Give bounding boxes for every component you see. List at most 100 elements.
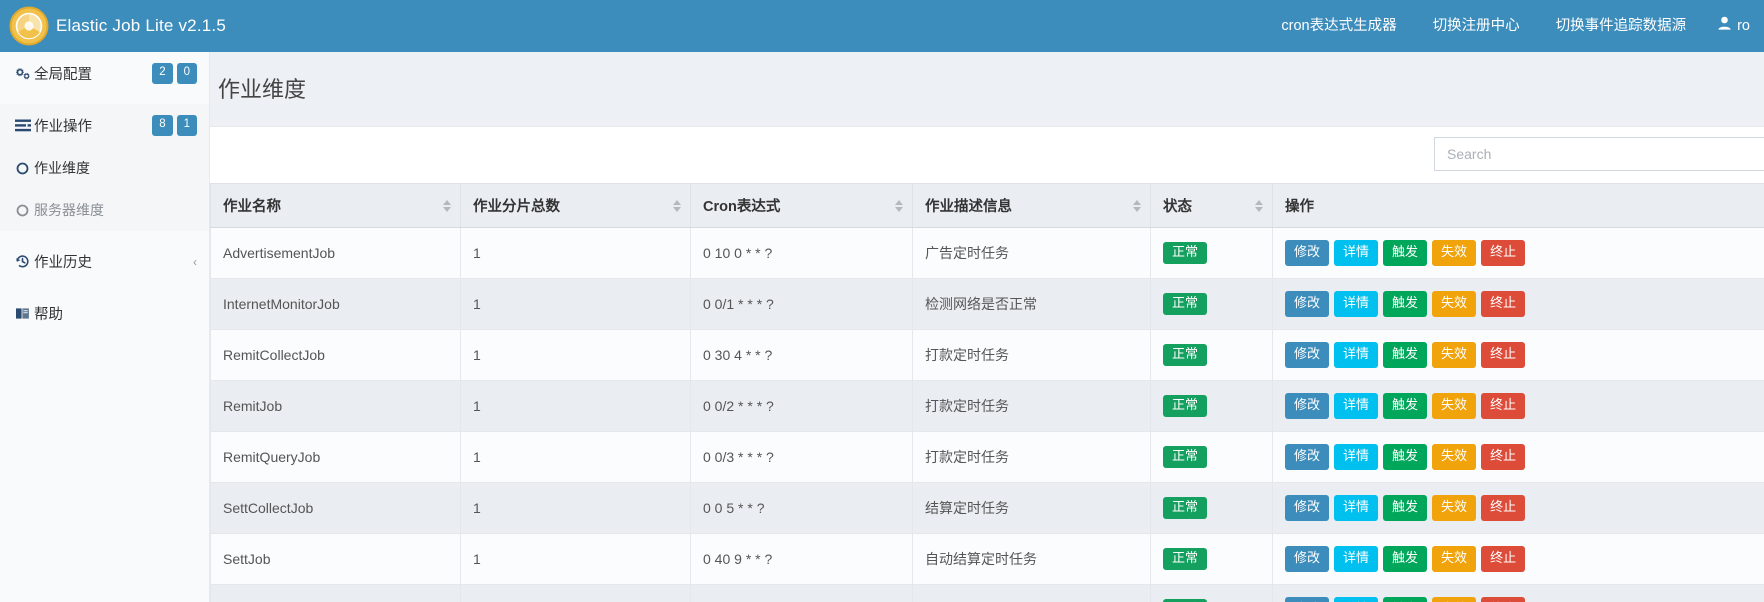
detail-button[interactable]: 详情 xyxy=(1334,494,1379,521)
trigger-button[interactable]: 触发 xyxy=(1383,240,1428,266)
action-button-group: 修改详情触发失效终止 xyxy=(1285,545,1754,572)
column-header-label: 作业描述信息 xyxy=(925,199,1012,215)
sidebar-item-job-operation[interactable]: 作业操作 8 1 xyxy=(0,104,209,147)
column-header-status[interactable]: 状态 xyxy=(1150,183,1273,228)
cell-shard-count: 1 xyxy=(460,277,691,330)
column-header-description[interactable]: 作业描述信息 xyxy=(912,183,1151,228)
shutdown-button[interactable]: 终止 xyxy=(1481,596,1526,602)
disable-button[interactable]: 失效 xyxy=(1432,494,1477,521)
cell-cron: 0 0 5 * * ? xyxy=(690,481,913,534)
modify-button[interactable]: 修改 xyxy=(1285,341,1330,368)
table-row: SettJob 1 0 40 9 * * ? 自动结算定时任务 正常 修改 详情 触发 失效 终止 xyxy=(210,532,1764,585)
search-input[interactable] xyxy=(1434,137,1764,171)
modify-button[interactable]: 修改 xyxy=(1285,443,1330,470)
chevron-left-icon: ‹ xyxy=(193,254,197,269)
column-header-shard-count[interactable]: 作业分片总数 xyxy=(460,183,691,228)
detail-button[interactable]: 详情 xyxy=(1334,392,1379,419)
sidebar-divider xyxy=(0,283,209,292)
nav-link-cron-generator[interactable]: cron表达式生成器 xyxy=(1263,0,1414,52)
sidebar-item-server-dimension[interactable]: 服务器维度 xyxy=(0,189,209,231)
sort-icon[interactable] xyxy=(895,199,903,212)
cell-status: 正常 xyxy=(1150,277,1273,330)
disable-button[interactable]: 失效 xyxy=(1432,240,1477,266)
sort-icon[interactable] xyxy=(1255,199,1263,212)
sidebar-item-help[interactable]: 帮助 xyxy=(0,292,209,335)
detail-button[interactable]: 详情 xyxy=(1334,443,1379,470)
badge-count: 8 xyxy=(152,115,173,136)
modify-button[interactable]: 修改 xyxy=(1285,545,1330,572)
sidebar-item-label: 作业历史 xyxy=(34,255,92,271)
trigger-button[interactable]: 触发 xyxy=(1383,290,1428,317)
cell-operations: 修改详情触发失效终止 xyxy=(1272,277,1764,330)
table-body: AdvertisementJob 1 0 10 0 * * ? 广告定时任务 正常 修改详… xyxy=(210,227,1764,602)
status-badge: 正常 xyxy=(1163,445,1208,468)
content-panel: 作业名称 作业分片总数 Cron表达式 作业描述信息 xyxy=(210,126,1764,602)
column-header-job-name[interactable]: 作业名称 xyxy=(210,183,461,228)
trigger-button[interactable]: 触发 xyxy=(1383,494,1428,521)
sidebar-item-label: 帮助 xyxy=(34,307,63,323)
cell-operations: 修改详情触发失效终止 xyxy=(1272,379,1764,432)
history-icon xyxy=(14,253,31,270)
column-header-label: 作业分片总数 xyxy=(473,199,560,215)
disable-button[interactable]: 失效 xyxy=(1432,392,1477,419)
cell-cron: 0 0/2 * * * ? xyxy=(690,379,913,432)
sidebar-item-label: 作业维度 xyxy=(34,160,90,176)
cell-description: 检测网络是否正常 xyxy=(912,277,1151,330)
shutdown-button[interactable]: 终止 xyxy=(1481,443,1526,470)
trigger-button[interactable]: 触发 xyxy=(1383,392,1428,419)
sidebar: 全局配置 2 0 作业操作 8 1 作业维度 服务器维度 作业历史 ‹ 帮助 xyxy=(0,52,210,602)
disable-button[interactable]: 失效 xyxy=(1432,341,1477,368)
sidebar-item-global-config[interactable]: 全局配置 2 0 xyxy=(0,52,209,95)
modify-button[interactable]: 修改 xyxy=(1285,290,1330,317)
detail-button[interactable]: 详情 xyxy=(1334,341,1379,368)
cell-cron: 0 0/1 * * * ? xyxy=(690,277,913,330)
sidebar-item-job-dimension[interactable]: 作业维度 xyxy=(0,147,209,189)
brand[interactable]: Elastic Job Lite v2.1.5 xyxy=(0,0,226,52)
disable-button[interactable]: 失效 xyxy=(1432,443,1477,470)
trigger-button[interactable]: 触发 xyxy=(1383,596,1428,602)
shutdown-button[interactable]: 终止 xyxy=(1481,545,1526,572)
cell-job-name: RemitQueryJob xyxy=(210,430,461,483)
shutdown-button[interactable]: 终止 xyxy=(1481,341,1526,368)
shutdown-button[interactable]: 终止 xyxy=(1481,392,1526,419)
modify-button[interactable]: 修改 xyxy=(1285,596,1330,602)
sort-icon[interactable] xyxy=(673,199,681,212)
cell-operations: 修改详情触发失效终止 xyxy=(1272,532,1764,585)
trigger-button[interactable]: 触发 xyxy=(1383,341,1428,368)
sidebar-divider xyxy=(0,95,209,104)
detail-button[interactable]: 详情 xyxy=(1334,545,1379,572)
nav-link-switch-registry-center[interactable]: 切换注册中心 xyxy=(1415,0,1538,52)
trigger-button[interactable]: 触发 xyxy=(1383,443,1428,470)
detail-button[interactable]: 详情 xyxy=(1334,290,1379,317)
detail-button[interactable]: 详情 xyxy=(1334,240,1379,266)
table-row: InternetMonitorJob 1 0 0/1 * * * ? 检测网络是否正常… xyxy=(210,277,1764,330)
shutdown-button[interactable]: 终止 xyxy=(1481,290,1526,317)
disable-button[interactable]: 失效 xyxy=(1432,545,1477,572)
sort-icon[interactable] xyxy=(443,199,451,212)
table-header-row: 作业名称 作业分片总数 Cron表达式 作业描述信息 状态 操作 xyxy=(210,183,1764,228)
modify-button[interactable]: 修改 xyxy=(1285,494,1330,521)
cell-shard-count: 1 xyxy=(460,227,691,279)
detail-button[interactable]: 详情 xyxy=(1334,596,1379,602)
badge-count: 1 xyxy=(176,115,197,136)
cell-description: 结算定时任务 xyxy=(912,481,1151,534)
trigger-button[interactable]: 触发 xyxy=(1383,545,1428,572)
action-button-group: 修改详情触发失效终止 xyxy=(1285,290,1754,317)
cell-description: 打款定时任务 xyxy=(912,379,1151,432)
sort-icon[interactable] xyxy=(1133,199,1141,212)
user-menu[interactable]: ro xyxy=(1704,0,1760,52)
disable-button[interactable]: 失效 xyxy=(1432,290,1477,317)
cell-job-name: RemitJob xyxy=(210,379,461,432)
shutdown-button[interactable]: 终止 xyxy=(1481,240,1526,266)
modify-button[interactable]: 修改 xyxy=(1285,240,1330,266)
disable-button[interactable]: 失效 xyxy=(1432,596,1477,602)
column-header-cron[interactable]: Cron表达式 xyxy=(690,183,913,228)
action-button-group: 修改详情触发失效终止 xyxy=(1285,596,1754,602)
sidebar-item-job-history[interactable]: 作业历史 ‹ xyxy=(0,240,209,283)
shutdown-button[interactable]: 终止 xyxy=(1481,494,1526,521)
action-button-group: 修改详情触发失效终止 xyxy=(1285,392,1754,419)
cell-cron: 0 0/3 * * * ? xyxy=(690,430,913,483)
modify-button[interactable]: 修改 xyxy=(1285,392,1330,419)
nav-link-switch-event-trace-datasource[interactable]: 切换事件追踪数据源 xyxy=(1538,0,1705,52)
table-row: SettCollectJob 1 0 0 5 * * ? 结算定时任务 正常 修改 详情 触发… xyxy=(210,481,1764,534)
